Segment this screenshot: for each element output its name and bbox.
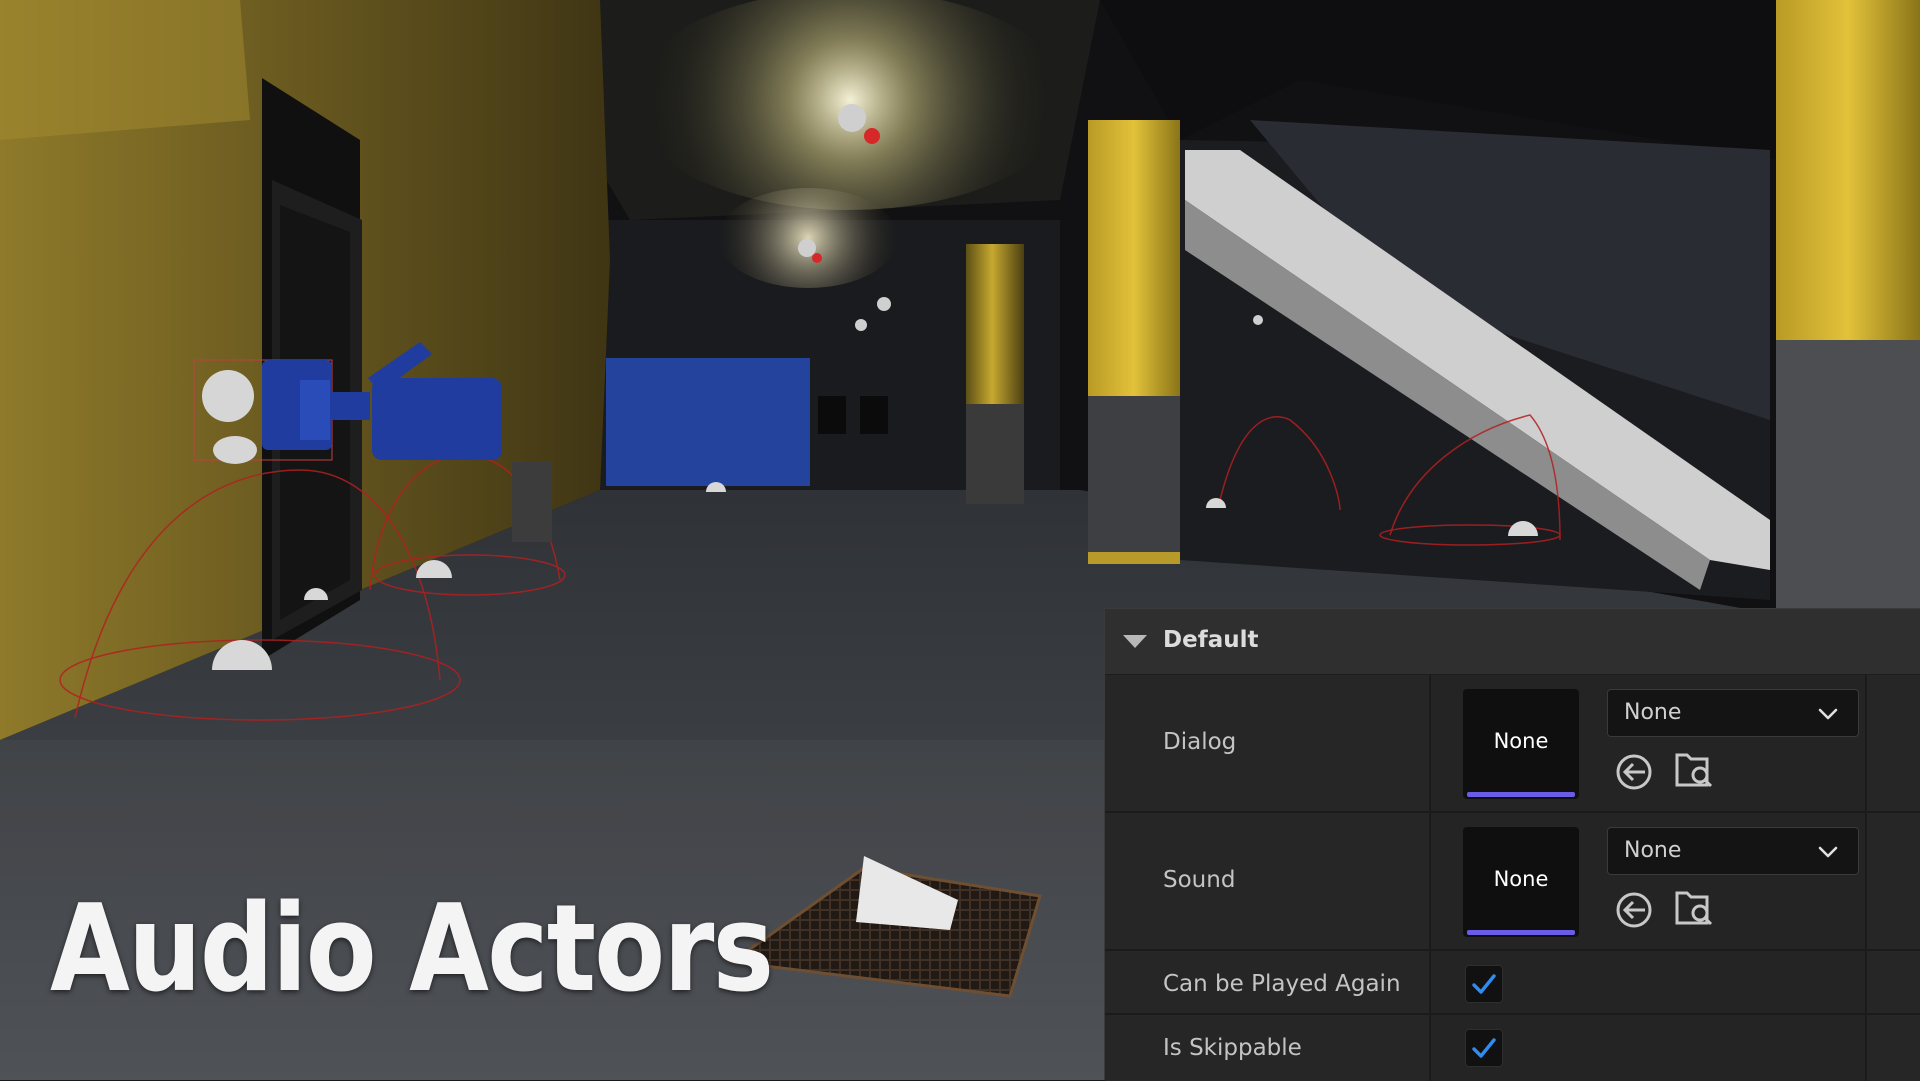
property-row-is-skippable: Is Skippable <box>1105 1015 1920 1081</box>
property-label-can-be-played-again: Can be Played Again <box>1163 971 1401 997</box>
asset-type-color-bar <box>1467 930 1575 935</box>
property-row-can-be-played-again: Can be Played Again <box>1105 951 1920 1015</box>
combo-selected-value: None <box>1624 700 1682 725</box>
chevron-down-icon <box>1818 708 1838 720</box>
property-name-cell: Can be Played Again <box>1105 951 1431 1013</box>
arrow-left-circle-icon[interactable] <box>1613 889 1655 931</box>
property-label-is-skippable: Is Skippable <box>1163 1035 1302 1061</box>
folder-search-icon[interactable] <box>1673 887 1715 929</box>
asset-thumbnail-dialog[interactable]: None <box>1463 689 1579 799</box>
checkmark-icon <box>1472 1038 1496 1058</box>
asset-thumbnail-sound[interactable]: None <box>1463 827 1579 937</box>
property-name-cell: Sound <box>1105 813 1431 949</box>
checkmark-icon <box>1472 974 1496 994</box>
property-extra-cell <box>1865 813 1920 949</box>
thumbnail-label: None <box>1493 729 1549 753</box>
property-value-cell <box>1431 951 1865 1013</box>
asset-picker-combo-dialog[interactable]: None <box>1607 689 1859 737</box>
property-extra-cell <box>1865 951 1920 1013</box>
thumbnail-label: None <box>1493 867 1549 891</box>
property-label-dialog: Dialog <box>1163 729 1237 755</box>
checkbox-is-skippable[interactable] <box>1465 1029 1503 1067</box>
property-value-cell: None None <box>1431 675 1865 811</box>
triangle-down-icon[interactable] <box>1123 635 1147 648</box>
overlay-title: Audio Actors <box>50 880 774 1019</box>
property-row-dialog: Dialog None None <box>1105 675 1920 813</box>
section-title: Default <box>1163 627 1259 653</box>
property-extra-cell <box>1865 1015 1920 1081</box>
chevron-down-icon <box>1818 846 1838 858</box>
folder-search-icon[interactable] <box>1673 749 1715 791</box>
property-name-cell: Is Skippable <box>1105 1015 1431 1081</box>
arrow-left-circle-icon[interactable] <box>1613 751 1655 793</box>
property-value-cell: None None <box>1431 813 1865 949</box>
section-default-header[interactable]: Default <box>1105 609 1920 675</box>
checkbox-can-be-played-again[interactable] <box>1465 965 1503 1003</box>
property-label-sound: Sound <box>1163 867 1236 893</box>
property-row-sound: Sound None None <box>1105 813 1920 951</box>
property-extra-cell <box>1865 675 1920 811</box>
details-panel: Default Dialog None None Sound None None… <box>1104 608 1920 1081</box>
property-name-cell: Dialog <box>1105 675 1431 811</box>
combo-selected-value: None <box>1624 838 1682 863</box>
asset-type-color-bar <box>1467 792 1575 797</box>
property-value-cell <box>1431 1015 1865 1081</box>
asset-picker-combo-sound[interactable]: None <box>1607 827 1859 875</box>
